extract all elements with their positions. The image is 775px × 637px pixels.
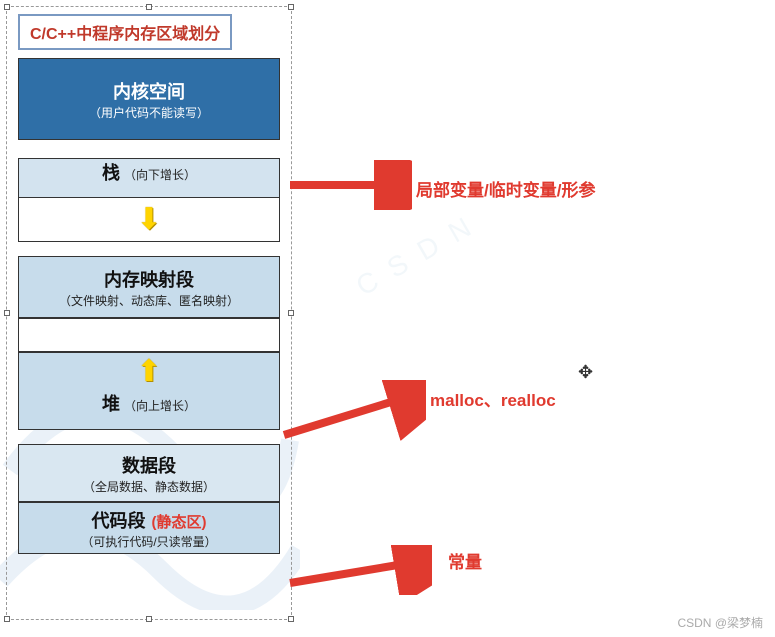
memory-layout-column: 内核空间 （用户代码不能读写） 栈 （向下增长） ⬇ 内存映射段 （文件映射、动… [18, 58, 280, 554]
arrow-to-stack [282, 160, 412, 210]
stack-title: 栈 [102, 159, 120, 185]
code-static-tag: (静态区) [152, 511, 207, 532]
annotation-heap: malloc、realloc [430, 386, 556, 411]
footer-site: CSDN [677, 616, 711, 630]
code-sub: （可执行代码/只读常量） [81, 533, 216, 550]
diagram-title: C/C++中程序内存区域划分 [18, 14, 232, 50]
mmap-sub: （文件映射、动态库、匿名映射） [59, 292, 239, 309]
annotation-code: 常量 [448, 548, 482, 573]
segment-data: 数据段 （全局数据、静态数据） [18, 444, 280, 502]
data-title: 数据段 [122, 452, 176, 478]
stack-grow-arrow-area: ⬇ [18, 198, 280, 242]
footer-author: @梁梦楠 [715, 616, 763, 630]
arrow-up-icon: ⬆ [136, 357, 161, 387]
segment-heap: 堆 （向上增长） [18, 390, 280, 430]
stack-sub: （向下增长） [124, 166, 196, 183]
code-title: 代码段 [92, 507, 146, 533]
heap-title: 堆 [102, 390, 120, 416]
heap-sub: （向上增长） [124, 397, 196, 414]
arrow-to-code [282, 545, 432, 595]
annotation-stack: 局部变量/临时变量/形参 [416, 176, 595, 201]
segment-code: 代码段 (静态区) （可执行代码/只读常量） [18, 502, 280, 554]
cursor-crosshair-icon: ✥ [578, 362, 593, 383]
arrow-down-icon: ⬇ [136, 205, 161, 235]
segment-mmap: 内存映射段 （文件映射、动态库、匿名映射） [18, 256, 280, 318]
segment-stack: 栈 （向下增长） [18, 158, 280, 198]
segment-kernel: 内核空间 （用户代码不能读写） [18, 58, 280, 140]
heap-grow-arrow-area: ⬆ [18, 352, 280, 390]
watermark-text: C S D N [351, 209, 480, 302]
gap-blank [18, 318, 280, 352]
data-sub: （全局数据、静态数据） [83, 478, 215, 495]
kernel-title: 内核空间 [113, 78, 185, 104]
mmap-title: 内存映射段 [104, 266, 194, 292]
kernel-sub: （用户代码不能读写） [89, 104, 209, 121]
footer-watermark: CSDN @梁梦楠 [677, 614, 763, 631]
arrow-to-heap [276, 380, 426, 450]
